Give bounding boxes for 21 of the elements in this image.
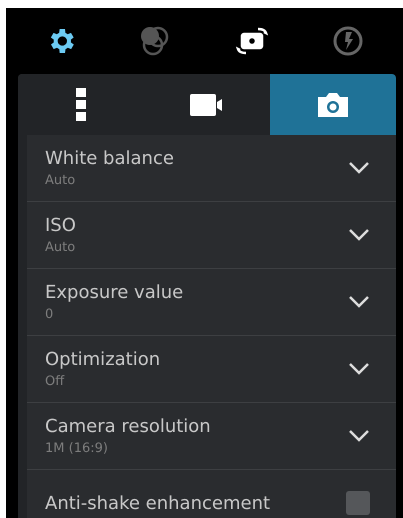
setting-value: Off bbox=[45, 374, 66, 389]
setting-title: ISO bbox=[45, 215, 77, 236]
setting-value: 0 bbox=[45, 307, 54, 322]
setting-title: Anti-shake enhancement bbox=[45, 492, 272, 514]
setting-title: White balance bbox=[45, 148, 175, 169]
setting-value: 1M (16:9) bbox=[45, 441, 109, 456]
chevron-down-icon[interactable] bbox=[348, 295, 370, 309]
camera-icon bbox=[316, 92, 350, 118]
chevron-down-icon[interactable] bbox=[348, 161, 370, 175]
camera-tab[interactable] bbox=[270, 74, 396, 135]
setting-title: Optimization bbox=[45, 349, 162, 370]
checkbox[interactable] bbox=[346, 491, 370, 515]
chevron-down-icon[interactable] bbox=[348, 228, 370, 242]
video-camera-icon bbox=[190, 94, 224, 116]
setting-title: Exposure value bbox=[45, 282, 184, 303]
setting-value: Auto bbox=[45, 240, 76, 255]
vertical-dots-icon bbox=[75, 88, 87, 122]
setting-value: Auto bbox=[45, 173, 76, 188]
chevron-down-icon[interactable] bbox=[348, 362, 370, 376]
setting-title: Camera resolution bbox=[45, 416, 212, 437]
chevron-down-icon[interactable] bbox=[348, 429, 370, 443]
